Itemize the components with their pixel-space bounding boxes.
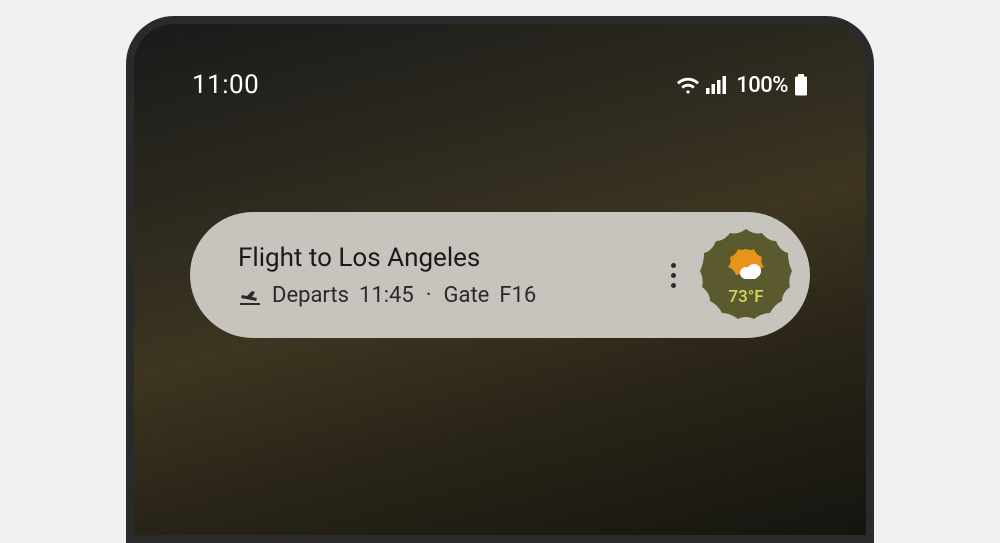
wifi-icon [676, 75, 700, 95]
weather-temperature: 73°F [728, 287, 763, 307]
phone-frame: 11:00 100% Flight to Los Angeles [126, 16, 874, 543]
weather-chip[interactable]: 73°F [696, 225, 796, 325]
phone-screen: 11:00 100% Flight to Los Angeles [134, 24, 866, 535]
departs-time: 11:45 [359, 283, 414, 308]
flight-card[interactable]: Flight to Los Angeles Departs 11:45 · Ga… [190, 212, 810, 338]
battery-percent: 100% [736, 73, 788, 98]
gate-label: Gate [444, 283, 490, 308]
dot-icon [671, 263, 676, 268]
flight-title: Flight to Los Angeles [238, 243, 658, 273]
separator-dot: · [426, 283, 432, 308]
dot-icon [671, 273, 676, 278]
status-icons: 100% [676, 73, 808, 98]
battery-icon [794, 74, 808, 96]
status-time: 11:00 [192, 70, 259, 100]
departure-icon [238, 285, 262, 305]
sun-cloud-icon [726, 247, 766, 285]
flight-card-content: Flight to Los Angeles Departs 11:45 · Ga… [238, 243, 658, 308]
dot-icon [671, 283, 676, 288]
departs-label: Departs [272, 283, 349, 308]
flight-subline: Departs 11:45 · Gate F16 [238, 283, 658, 308]
gate-value: F16 [499, 283, 536, 308]
signal-icon [706, 75, 728, 95]
overflow-menu-button[interactable] [658, 255, 688, 295]
status-bar: 11:00 100% [134, 70, 866, 100]
